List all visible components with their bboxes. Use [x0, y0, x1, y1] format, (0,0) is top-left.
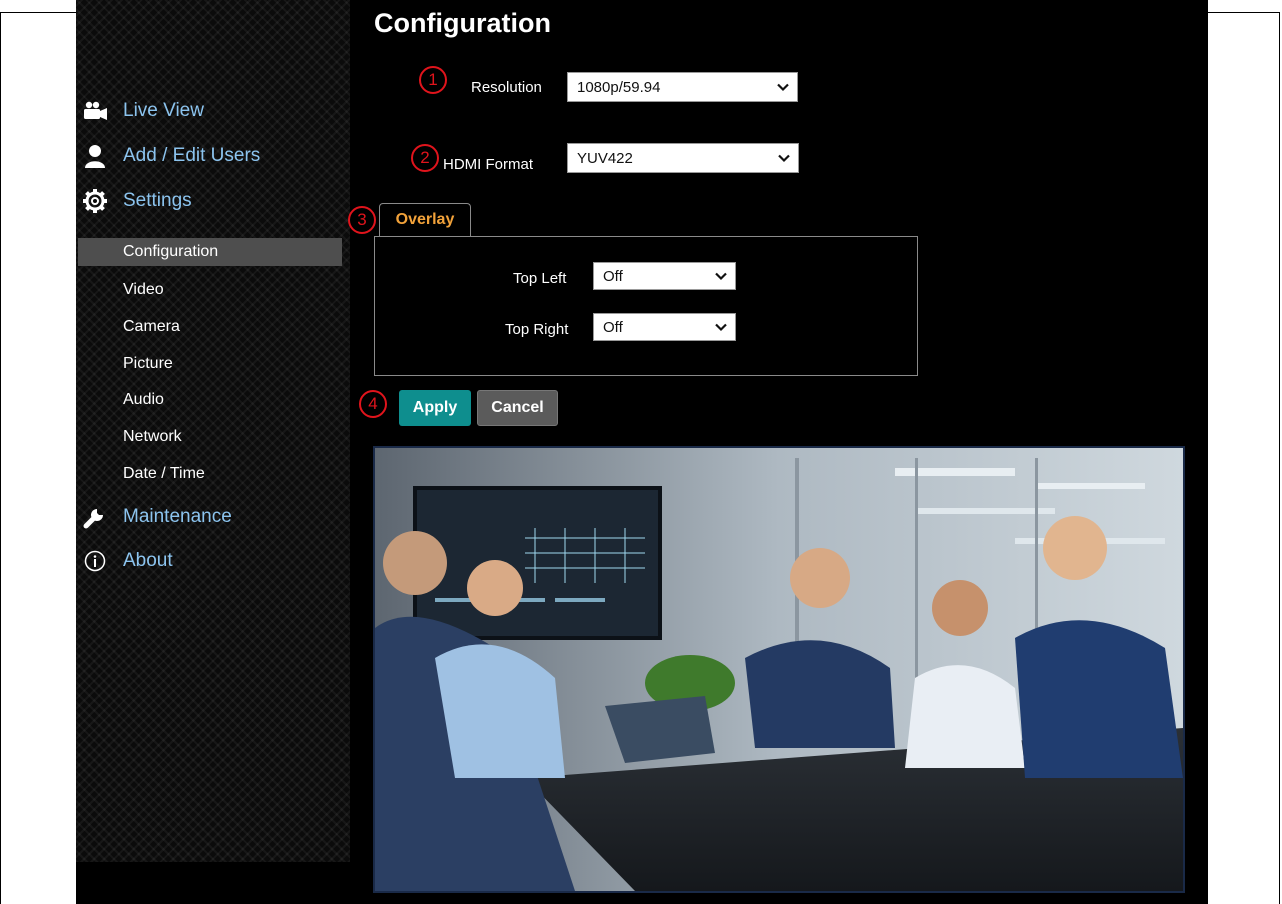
gear-icon: [82, 188, 108, 214]
user-icon: [82, 143, 108, 169]
chevron-down-icon: [715, 319, 727, 336]
sidebar-item-video[interactable]: Video: [78, 276, 342, 304]
cancel-button[interactable]: Cancel: [477, 390, 558, 426]
nav-maintenance[interactable]: Maintenance: [76, 502, 350, 532]
nav-live-view[interactable]: Live View: [76, 96, 350, 126]
sidebar-item-label: Network: [123, 428, 182, 445]
callout-marker-3: 3: [348, 206, 376, 234]
nav-add-edit-users-label: Add / Edit Users: [123, 145, 261, 166]
nav-maintenance-label: Maintenance: [123, 506, 232, 527]
frame-border-top-right: [1208, 12, 1280, 13]
sidebar-item-label: Audio: [123, 391, 164, 408]
sidebar-item-label: Camera: [123, 318, 180, 335]
frame-border-left: [0, 12, 1, 904]
nav-about[interactable]: About: [76, 546, 350, 576]
top-right-select[interactable]: Off: [593, 313, 736, 341]
resolution-label: Resolution: [471, 79, 542, 96]
chevron-down-icon: [778, 150, 790, 167]
nav-settings[interactable]: Settings: [76, 186, 350, 216]
callout-marker-1: 1: [419, 66, 447, 94]
nav-live-view-label: Live View: [123, 100, 204, 121]
top-right-label: Top Right: [505, 321, 569, 338]
hdmi-format-select[interactable]: YUV422: [567, 143, 799, 173]
sidebar-item-label: Configuration: [123, 243, 219, 260]
resolution-value: 1080p/59.94: [577, 78, 661, 96]
nav-settings-label: Settings: [123, 190, 192, 211]
sidebar-item-label: Picture: [123, 355, 173, 372]
callout-marker-4: 4: [359, 390, 387, 418]
sidebar-item-audio[interactable]: Audio: [78, 386, 342, 414]
hdmi-format-label: HDMI Format: [443, 156, 533, 173]
sidebar-item-label: Video: [123, 281, 164, 298]
sidebar: Live View Add / Edit Users Settings Conf…: [76, 0, 350, 862]
callout-marker-2: 2: [411, 144, 439, 172]
frame-border-top-left: [0, 12, 76, 13]
sidebar-item-configuration[interactable]: Configuration: [78, 238, 342, 266]
info-icon: [82, 548, 108, 574]
nav-add-edit-users[interactable]: Add / Edit Users: [76, 141, 350, 171]
hdmi-format-value: YUV422: [577, 149, 633, 167]
frame-border-right: [1279, 12, 1280, 904]
top-left-label: Top Left: [513, 270, 567, 287]
camera-web-ui: Live View Add / Edit Users Settings Conf…: [76, 0, 1208, 904]
camera-icon: [82, 98, 108, 124]
chevron-down-icon: [715, 268, 727, 285]
top-left-select[interactable]: Off: [593, 262, 736, 290]
nav-about-label: About: [123, 550, 173, 571]
sidebar-item-picture[interactable]: Picture: [78, 350, 342, 378]
resolution-select[interactable]: 1080p/59.94: [567, 72, 798, 102]
sidebar-item-camera[interactable]: Camera: [78, 313, 342, 341]
top-right-value: Off: [603, 318, 623, 336]
overlay-panel: [374, 236, 918, 376]
sidebar-item-network[interactable]: Network: [78, 423, 342, 451]
tab-overlay-label: Overlay: [395, 211, 455, 228]
page-title: Configuration: [374, 8, 551, 38]
live-preview-image: [373, 446, 1185, 893]
top-left-value: Off: [603, 267, 623, 285]
sidebar-item-label: Date / Time: [123, 465, 205, 482]
wrench-icon: [82, 504, 108, 530]
apply-button[interactable]: Apply: [399, 390, 471, 426]
chevron-down-icon: [777, 79, 789, 96]
sidebar-item-date-time[interactable]: Date / Time: [78, 460, 342, 488]
tab-overlay[interactable]: Overlay: [379, 203, 471, 236]
